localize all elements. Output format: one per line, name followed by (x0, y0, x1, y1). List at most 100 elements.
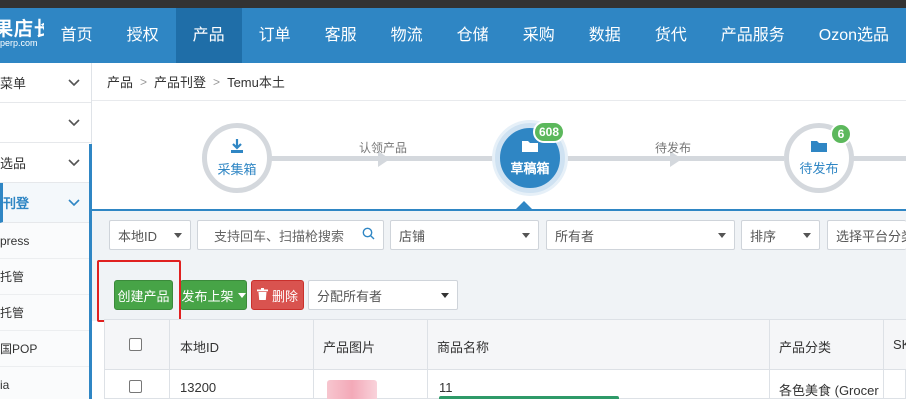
nav-authorization[interactable]: 授权 (110, 8, 176, 63)
header-name[interactable]: 商品名称 (437, 337, 489, 356)
top-navbar: 果店长 perp.com 首页 授权 产品 订单 客服 物流 仓储 采购 数据 … (0, 8, 906, 63)
caret-down-icon (522, 232, 530, 238)
platform-category-value: 选择平台分类 (836, 228, 906, 244)
sidebar-subitem-ia[interactable]: ia (0, 367, 91, 399)
chevron-down-icon (67, 196, 81, 210)
platform-category-select[interactable]: 选择平台分类 (827, 220, 906, 250)
chevron-down-icon (67, 156, 81, 170)
caret-down-icon (803, 232, 811, 238)
search-input[interactable]: 支持回车、扫描枪搜索 (197, 220, 384, 250)
sidebar-subitem-managed-2[interactable]: 托管 (0, 295, 91, 331)
local-id-select[interactable]: 本地ID (109, 220, 191, 250)
highlight-box (97, 260, 181, 322)
nav-orders[interactable]: 订单 (242, 8, 308, 63)
header-sku[interactable]: SK (893, 337, 906, 352)
sort-select-value: 排序 (750, 228, 777, 244)
trash-icon (256, 287, 268, 303)
chevron-down-icon (67, 76, 81, 90)
local-id-select-value: 本地ID (118, 228, 158, 244)
select-all-checkbox[interactable] (129, 338, 142, 351)
column-divider (169, 320, 170, 399)
owner-select[interactable]: 所有者 (546, 220, 735, 250)
download-icon (229, 138, 245, 157)
step-claim-text: 认领产品 (359, 141, 408, 155)
product-thumbnail[interactable] (327, 380, 377, 399)
breadcrumb-item[interactable]: 产品刊登 (154, 72, 206, 91)
nav-warehouse[interactable]: 仓储 (440, 8, 506, 63)
caret-down-icon (237, 292, 246, 298)
sidebar-subitem-pop[interactable]: 国POP (0, 331, 91, 367)
shop-select-value: 店铺 (399, 228, 426, 244)
sidebar-subitem-aliexpress[interactable]: press (0, 223, 91, 259)
caret-down-icon (174, 232, 182, 238)
header-local-id[interactable]: 本地ID (180, 337, 219, 356)
nav-customer-service[interactable]: 客服 (308, 8, 374, 63)
nav-home[interactable]: 首页 (44, 8, 110, 63)
logo-domain: perp.com (0, 38, 38, 48)
nav-ozon-selection[interactable]: Ozon选品 (802, 8, 906, 63)
folder-icon (521, 139, 539, 156)
chevron-right-icon: > (140, 74, 148, 89)
delete-button-label: 删除 (271, 288, 298, 304)
nav-data[interactable]: 数据 (572, 8, 638, 63)
draft-count-badge: 608 (533, 121, 566, 143)
step-label: 采集箱 (217, 162, 257, 177)
sidebar-subitem-managed-1[interactable]: 托管 (0, 259, 91, 295)
cell-category: 各色美食 (Grocer (779, 383, 879, 398)
sidebar-item-collapsed[interactable] (0, 103, 91, 143)
window-top-strip (0, 0, 906, 8)
sidebar-item-label: 菜单 (0, 76, 27, 91)
nav-freight-forwarding[interactable]: 货代 (638, 8, 704, 63)
chevron-down-icon (67, 116, 81, 130)
step-connector (852, 156, 906, 161)
column-divider (769, 320, 770, 399)
nav-purchasing[interactable]: 采购 (506, 8, 572, 63)
caret-down-icon (718, 232, 726, 238)
cell-local-id: 13200 (180, 380, 217, 395)
cell-product-name[interactable]: 11 (439, 380, 453, 395)
sidebar-item-menu[interactable]: 菜单 (0, 63, 91, 103)
owner-select-value: 所有者 (555, 228, 595, 244)
publish-button-label: 发布上架 (181, 288, 234, 304)
sidebar-item-label: 选品 (0, 156, 27, 171)
sidebar: 菜单 选品 刊登 press 托管 托管 国POP ia (0, 63, 92, 399)
assign-owner-select[interactable]: 分配所有者 (308, 280, 458, 310)
breadcrumb-item[interactable]: 产品 (107, 72, 133, 91)
row-checkbox[interactable] (129, 380, 142, 393)
sidebar-item-selection[interactable]: 选品 (0, 143, 91, 183)
nav-logistics[interactable]: 物流 (374, 8, 440, 63)
active-step-caret (516, 201, 532, 209)
pending-count-badge: 6 (830, 123, 852, 145)
sidebar-item-label: 刊登 (3, 196, 30, 211)
step-label: 草稿箱 (510, 161, 550, 176)
step-collect-box[interactable]: 采集箱 (202, 123, 272, 193)
sort-select[interactable]: 排序 (741, 220, 820, 250)
publish-button[interactable]: 发布上架 (180, 280, 247, 310)
search-placeholder: 支持回车、扫描枪搜索 (214, 228, 345, 244)
search-icon[interactable] (362, 227, 375, 243)
step-label: 待发布 (799, 161, 839, 176)
column-divider (883, 320, 884, 399)
nav-product-services[interactable]: 产品服务 (704, 8, 802, 63)
header-category[interactable]: 产品分类 (779, 337, 831, 356)
delete-button[interactable]: 删除 (251, 280, 304, 310)
shop-select[interactable]: 店铺 (390, 220, 539, 250)
sidebar-item-listing[interactable]: 刊登 (0, 183, 91, 223)
nav-products[interactable]: 产品 (175, 8, 242, 63)
header-image: 产品图片 (323, 340, 376, 355)
assign-owner-value: 分配所有者 (317, 288, 383, 304)
logo-text: 果店长 (0, 19, 44, 40)
column-divider (427, 320, 428, 399)
action-bar: 创建产品 发布上架 删除 分配所有者 (92, 263, 906, 321)
step-publish-text: 待发布 (655, 141, 692, 155)
main-content: 产品 > 产品刊登 > Temu本土 认领产品 待发布 采集箱 草稿箱 608 … (92, 63, 906, 399)
caret-down-icon (441, 292, 449, 298)
workflow-steps: 认领产品 待发布 采集箱 草稿箱 608 待发布 6 (92, 101, 906, 211)
product-table: 本地ID 产品图片 商品名称 产品分类 SK 13200 11 各色美食 (Gr… (104, 319, 906, 399)
filter-bar: 本地ID 支持回车、扫描枪搜索 店铺 所有者 排序 选择平台分类 (92, 211, 906, 263)
folder-icon (810, 139, 828, 156)
breadcrumb: 产品 > 产品刊登 > Temu本土 (92, 63, 906, 101)
logo[interactable]: 果店长 perp.com (0, 8, 44, 63)
column-divider (313, 320, 314, 399)
breadcrumb-item: Temu本土 (227, 75, 285, 90)
